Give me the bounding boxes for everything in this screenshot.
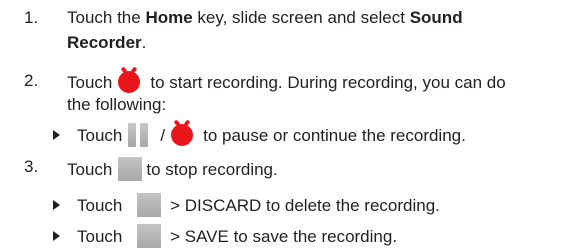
step-2-number: 2. xyxy=(24,71,39,90)
step-2-sub-text: to pause or continue the recording. xyxy=(203,126,466,145)
step-3-discard-text: > DISCARD to delete the recording. xyxy=(165,196,440,215)
step-1-text-prefix: Touch the xyxy=(67,8,146,27)
step-2-touch: Touch xyxy=(67,73,113,92)
triangle-bullet-icon xyxy=(53,200,60,210)
triangle-bullet-icon xyxy=(53,231,60,241)
stop-icon xyxy=(137,224,162,248)
step-3-text: to stop recording. xyxy=(146,160,278,179)
step-2-text: to start recording. During recording, yo… xyxy=(150,73,506,92)
record-icon xyxy=(118,71,141,93)
step-3-discard-touch: Touch xyxy=(77,196,123,215)
step-2-following: the following: xyxy=(67,95,167,114)
step-1-text-middle: key, slide screen and select xyxy=(192,8,410,27)
step-2-sub-touch: Touch xyxy=(77,126,123,145)
record-icon xyxy=(171,124,194,146)
step-2-sub-separator: / xyxy=(160,126,166,145)
triangle-bullet-icon xyxy=(53,130,60,140)
pause-icon xyxy=(128,123,150,147)
stop-icon xyxy=(118,157,143,181)
step-1-recorder: Recorder xyxy=(67,33,142,52)
step-3-touch: Touch xyxy=(67,160,113,179)
step-1-period: . xyxy=(141,33,147,52)
step-1-number: 1. xyxy=(24,8,39,27)
step-3-save-touch: Touch xyxy=(77,227,123,246)
step-1-sound: Sound xyxy=(409,8,463,27)
step-3-save-text: > SAVE to save the recording. xyxy=(165,227,398,246)
stop-icon xyxy=(137,193,162,217)
step-1-home-key: Home xyxy=(145,8,193,27)
step-3-number: 3. xyxy=(24,157,39,176)
